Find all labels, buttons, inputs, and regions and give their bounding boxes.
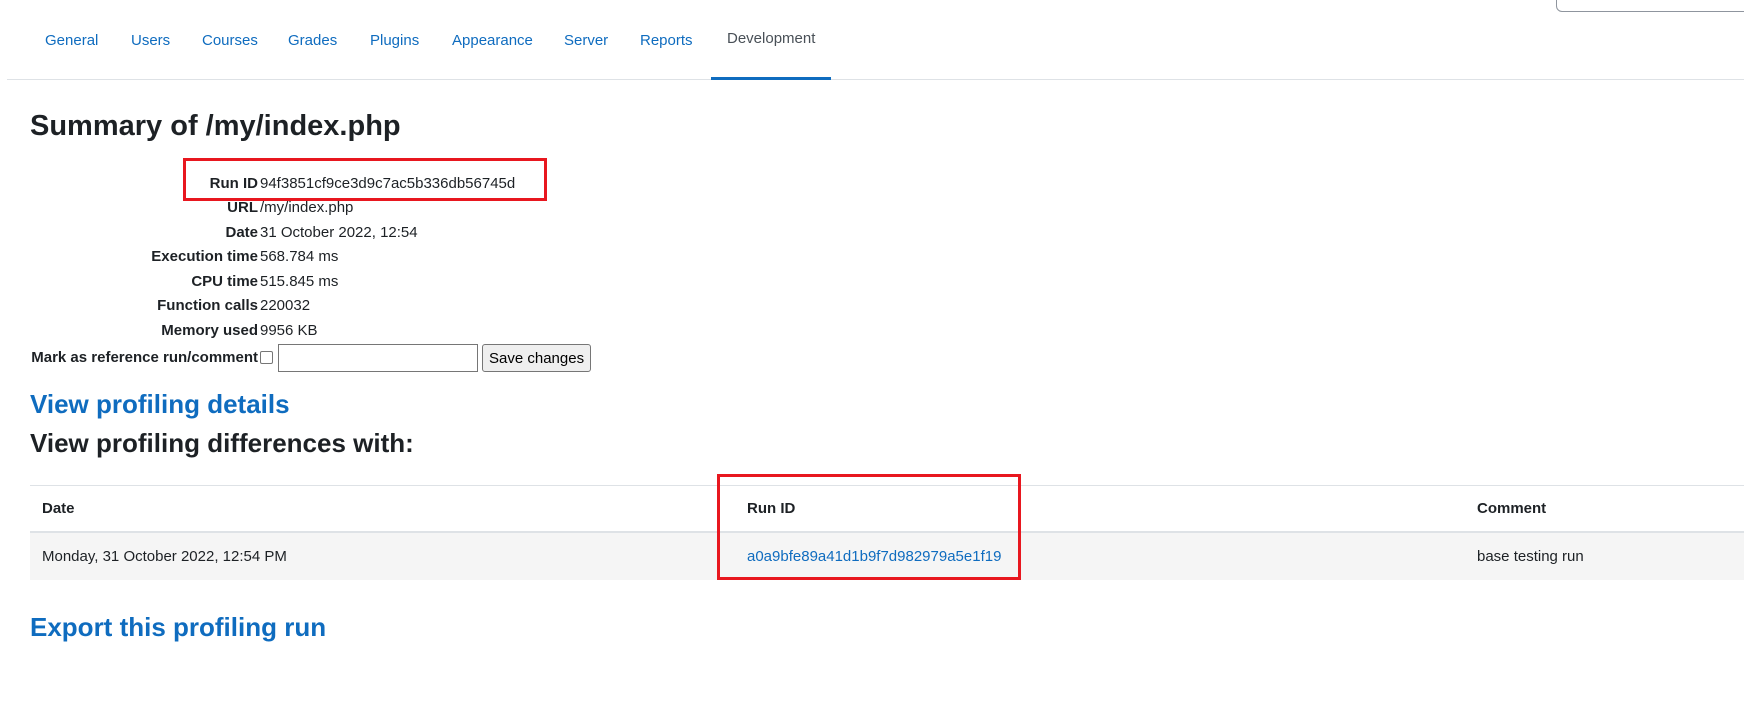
tab-courses[interactable]: Courses [186, 0, 274, 80]
column-header-comment[interactable]: Comment [1477, 486, 1546, 531]
run-id-label: Run ID [209, 175, 258, 192]
table-header: Date Run ID Comment [30, 485, 1744, 533]
execution-time-label: Execution time [151, 248, 258, 265]
function-calls-label: Function calls [157, 297, 258, 314]
view-profiling-details-link[interactable]: View profiling details [30, 389, 290, 420]
comment-input[interactable] [278, 344, 478, 372]
row-comment: base testing run [1477, 548, 1584, 565]
cpu-time-label: CPU time [191, 273, 258, 290]
cpu-time-value: 515.845 ms [260, 273, 339, 290]
admin-tabs: General Users Courses Grades Plugins App… [7, 0, 1744, 80]
run-id-value: 94f3851cf9ce3d9c7ac5b336db56745d [260, 175, 516, 192]
tab-general[interactable]: General [29, 0, 114, 80]
memory-used-label: Memory used [161, 322, 258, 339]
tab-reports[interactable]: Reports [624, 0, 709, 80]
row-date: Monday, 31 October 2022, 12:54 PM [42, 548, 287, 565]
column-header-run-id[interactable]: Run ID [747, 486, 795, 531]
reference-run-checkbox[interactable] [260, 351, 273, 364]
date-label: Date [225, 224, 258, 241]
url-label: URL [227, 199, 258, 216]
differences-heading: View profiling differences with: [30, 428, 414, 458]
page-title: Summary of /my/index.php [30, 110, 401, 142]
save-changes-button[interactable]: Save changes [482, 344, 592, 372]
tab-grades[interactable]: Grades [272, 0, 353, 80]
column-header-date[interactable]: Date [42, 486, 75, 531]
memory-used-value: 9956 KB [260, 322, 318, 339]
url-value: /my/index.php [260, 199, 354, 216]
tab-plugins[interactable]: Plugins [354, 0, 435, 80]
reference-run-label: Mark as reference run/comment [31, 349, 258, 366]
export-profiling-run-link[interactable]: Export this profiling run [30, 612, 326, 643]
execution-time-value: 568.784 ms [260, 248, 339, 265]
table-row: Monday, 31 October 2022, 12:54 PM a0a9bf… [30, 533, 1744, 580]
tab-server[interactable]: Server [548, 0, 624, 80]
date-value: 31 October 2022, 12:54 [260, 224, 418, 241]
tab-users[interactable]: Users [115, 0, 186, 80]
tab-development[interactable]: Development [711, 0, 832, 80]
tab-appearance[interactable]: Appearance [436, 0, 549, 80]
row-run-id-link[interactable]: a0a9bfe89a41d1b9f7d982979a5e1f19 [747, 533, 1001, 580]
function-calls-value: 220032 [260, 297, 311, 314]
